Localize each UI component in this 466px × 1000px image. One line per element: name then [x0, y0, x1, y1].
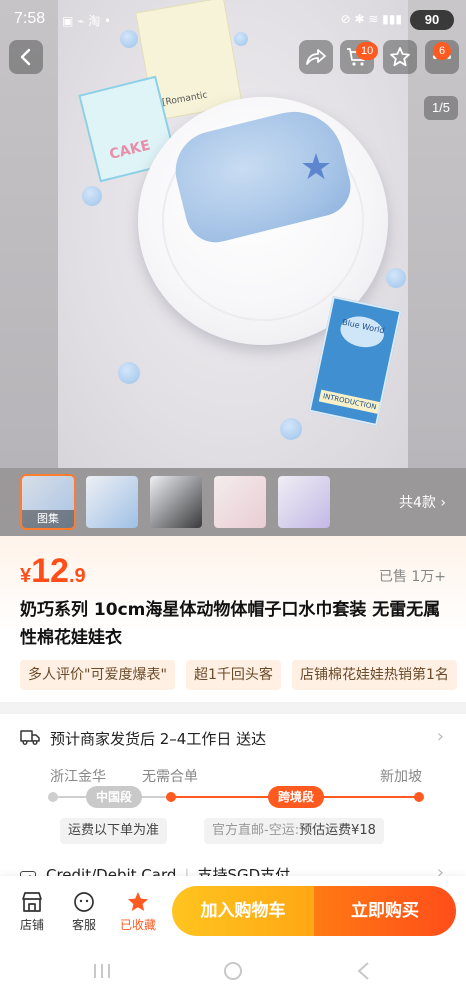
truck-icon	[20, 730, 40, 745]
section-divider	[0, 702, 466, 714]
system-navigation-bar	[0, 950, 466, 1000]
domestic-fee-note: 运费以下单为准	[60, 818, 168, 844]
back-button[interactable]	[9, 40, 43, 74]
customer-service-button[interactable]: 客服	[62, 888, 106, 933]
route-destination: 新加坡	[380, 769, 422, 785]
share-icon	[306, 49, 326, 65]
photo-pompom	[386, 268, 406, 288]
status-app-icons: ▣ ⌁ 淘 •	[62, 14, 112, 28]
store-label: 店铺	[19, 918, 44, 932]
sold-count: 已售 1万+	[378, 569, 446, 585]
thumbnail-variant[interactable]	[212, 474, 268, 530]
product-gallery[interactable]: [Romantic CAKE ★ Blue World INTRODUCTION…	[0, 0, 466, 468]
battery-indicator: 90	[410, 10, 454, 30]
photo-star-decoration: ★	[299, 147, 333, 188]
price-currency: ¥	[20, 565, 32, 587]
thumbnail-variant[interactable]	[276, 474, 332, 530]
segment-cross-border-badge: 跨境段	[268, 786, 325, 808]
delivery-estimate: 预计商家发货后 2–4工作日 送达	[50, 730, 267, 748]
segment-domestic-badge: 中国段	[86, 786, 143, 808]
thumbnail-gallery[interactable]: 图集	[20, 474, 76, 530]
chevron-right-icon: ›	[440, 495, 446, 511]
status-system-icons: ⊘ ✱ ≋ ▮▮▮	[340, 12, 402, 26]
highlight-tag[interactable]: 店铺棉花娃娃热销第1名	[292, 660, 457, 690]
chevron-right-icon: ›	[436, 726, 444, 747]
thumbnail-gallery-label: 图集	[22, 510, 74, 528]
thumbnail-strip: 图集 共4款 ›	[0, 468, 466, 536]
cross-border-fee-note: 官方直邮-空运:预估运费¥18	[204, 818, 384, 844]
back-nav-icon[interactable]	[352, 960, 376, 982]
favorited-label: 已收藏	[119, 918, 156, 932]
service-label: 客服	[71, 918, 96, 932]
product-info: ¥12.9 已售 1万+ 奶巧系列 10cm海星体动物体帽子口水巾套装 无雷无属…	[0, 536, 466, 702]
chat-bot-icon	[74, 892, 94, 912]
cart-count-badge: 10	[356, 42, 379, 60]
route-middle: 无需合单	[142, 769, 198, 785]
highlight-tag[interactable]: 多人评价"可爱度爆表"	[20, 660, 175, 690]
star-filled-icon	[128, 892, 148, 911]
route-dot-middle	[166, 792, 176, 802]
home-icon[interactable]	[221, 960, 245, 982]
thumbnail-variant[interactable]	[148, 474, 204, 530]
store-button[interactable]: 店铺	[10, 888, 54, 933]
price: ¥12.9	[20, 552, 86, 591]
photo-pompom	[280, 418, 302, 440]
buy-now-button[interactable]: 立即购买	[314, 886, 456, 936]
message-count-badge: 6	[433, 42, 451, 60]
cross-border-fee-label: 官方直邮-空运:	[212, 823, 300, 838]
route-dot-destination	[414, 792, 424, 802]
photo-text-romantic: [Romantic	[161, 90, 209, 109]
shipping-section[interactable]: 预计商家发货后 2–4工作日 送达 › 浙江金华 无需合单 新加坡 中国段 跨境…	[0, 714, 466, 887]
price-decimal: .9	[68, 565, 86, 587]
status-time: 7:58	[14, 10, 46, 27]
favorited-button[interactable]: 已收藏	[116, 888, 160, 933]
share-button[interactable]	[299, 40, 333, 74]
highlight-tags: 多人评价"可爱度爆表" 超1千回头客 店铺棉花娃娃热销第1名	[20, 660, 466, 690]
variant-total-link[interactable]: 共4款 ›	[399, 492, 446, 512]
chevron-left-icon	[20, 48, 31, 66]
highlight-tag[interactable]: 超1千回头客	[185, 660, 281, 690]
thumbnail-variant[interactable]	[84, 474, 140, 530]
photo-pompom	[82, 186, 102, 206]
product-title: 奶巧系列 10cm海星体动物体帽子口水巾套装 无雷无属性棉花娃娃衣	[20, 600, 441, 648]
price-integer: 12	[31, 552, 69, 590]
bottom-action-bar: 店铺 客服 已收藏 加入购物车 立即购买	[0, 876, 466, 950]
favorite-button[interactable]	[383, 40, 417, 74]
add-to-cart-button[interactable]: 加入购物车	[172, 886, 314, 936]
store-icon	[22, 892, 42, 912]
recent-apps-icon[interactable]	[90, 960, 114, 982]
star-icon	[390, 47, 410, 67]
photo-text-blue-world: Blue World	[337, 312, 387, 352]
variant-total-label: 共4款	[399, 495, 436, 511]
app-root: [Romantic CAKE ★ Blue World INTRODUCTION…	[0, 0, 466, 1000]
photo-text-introduction: INTRODUCTION	[318, 389, 381, 414]
photo-text-cake: CAKE	[107, 137, 153, 163]
photo-pompom	[118, 362, 140, 384]
status-bar: 7:58 ▣ ⌁ 淘 • ⊘ ✱ ≋ ▮▮▮ 90	[0, 0, 466, 38]
cross-border-fee-value: 预估运费¥18	[299, 823, 376, 838]
route-dot-origin	[48, 792, 58, 802]
image-counter: 1/5	[424, 96, 458, 120]
route-origin: 浙江金华	[50, 769, 106, 785]
